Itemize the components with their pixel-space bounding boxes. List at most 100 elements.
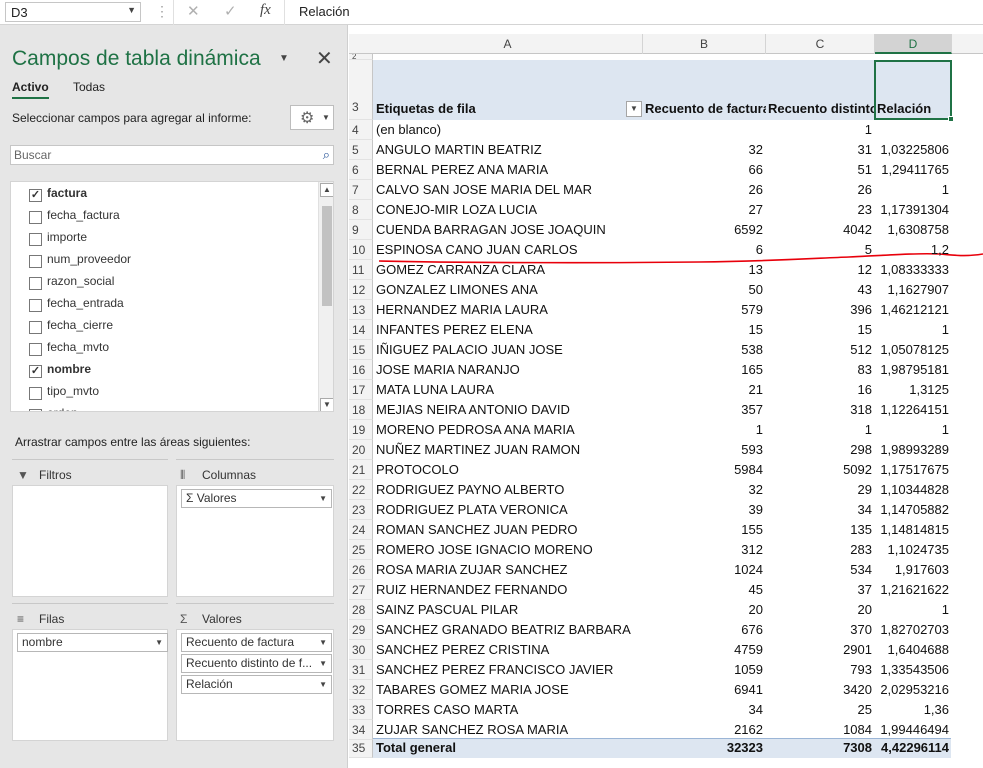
field-item-fecha-mvto[interactable]: fecha_mvto — [29, 340, 109, 362]
row-label[interactable]: MORENO PEDROSA ANA MARIA — [376, 422, 638, 437]
recuento-factura-cell[interactable]: 13 — [643, 262, 765, 277]
chevron-down-icon[interactable]: ▼ — [155, 638, 163, 647]
row-label[interactable]: ROMERO JOSE IGNACIO MORENO — [376, 542, 638, 557]
relacion-cell[interactable]: 1,10344828 — [875, 482, 951, 497]
total-recuento-distinto[interactable]: 7308 — [766, 740, 874, 755]
recuento-distinto-cell[interactable]: 4042 — [766, 222, 874, 237]
relacion-cell[interactable]: 1,99446494 — [875, 722, 951, 737]
relacion-cell[interactable]: 1,05078125 — [875, 342, 951, 357]
row-label[interactable]: INFANTES PEREZ ELENA — [376, 322, 638, 337]
recuento-distinto-cell[interactable]: 51 — [766, 162, 874, 177]
scroll-down-icon[interactable]: ▼ — [320, 398, 333, 411]
recuento-factura-cell[interactable]: 5984 — [643, 462, 765, 477]
row-label[interactable]: SANCHEZ PEREZ CRISTINA — [376, 642, 638, 657]
row-header[interactable]: 7 — [349, 180, 373, 200]
recuento-factura-cell[interactable]: 20 — [643, 602, 765, 617]
relacion-cell[interactable]: 1,14705882 — [875, 502, 951, 517]
recuento-distinto-cell[interactable]: 1084 — [766, 722, 874, 737]
recuento-factura-cell[interactable]: 66 — [643, 162, 765, 177]
total-recuento-factura[interactable]: 32323 — [643, 740, 765, 755]
cancel-icon[interactable]: ✕ — [187, 2, 200, 20]
search-input[interactable]: Buscar ⌕ — [10, 145, 334, 165]
row-header[interactable]: 29 — [349, 620, 373, 640]
row-label[interactable]: ROSA MARIA ZUJAR SANCHEZ — [376, 562, 638, 577]
recuento-distinto-cell[interactable]: 370 — [766, 622, 874, 637]
fill-handle[interactable] — [948, 116, 954, 122]
recuento-distinto-cell[interactable]: 793 — [766, 662, 874, 677]
row-label[interactable]: NUÑEZ MARTINEZ JUAN RAMON — [376, 442, 638, 457]
row-header[interactable]: 27 — [349, 580, 373, 600]
checkbox[interactable] — [29, 233, 42, 246]
recuento-factura-cell[interactable]: 2162 — [643, 722, 765, 737]
relacion-cell[interactable]: 1,98795181 — [875, 362, 951, 377]
row-label[interactable]: CONEJO-MIR LOZA LUCIA — [376, 202, 638, 217]
row-label[interactable]: RODRIGUEZ PAYNO ALBERTO — [376, 482, 638, 497]
row-label[interactable]: SANCHEZ GRANADO BEATRIZ BARBARA — [376, 622, 638, 637]
values-chip-relacion[interactable]: Relación ▼ — [181, 675, 332, 694]
field-item-razon-social[interactable]: razon_social — [29, 274, 114, 296]
recuento-factura-cell[interactable]: 6 — [643, 242, 765, 257]
recuento-factura-cell[interactable]: 676 — [643, 622, 765, 637]
recuento-factura-cell[interactable]: 26 — [643, 182, 765, 197]
relacion-cell[interactable]: 1,12264151 — [875, 402, 951, 417]
relacion-cell[interactable]: 2,02953216 — [875, 682, 951, 697]
relacion-cell[interactable]: 1,98993289 — [875, 442, 951, 457]
filter-dropdown-icon[interactable]: ▼ — [626, 101, 642, 117]
recuento-distinto-cell[interactable]: 25 — [766, 702, 874, 717]
row-label[interactable]: RUIZ HERNANDEZ FERNANDO — [376, 582, 638, 597]
recuento-factura-cell[interactable]: 32 — [643, 482, 765, 497]
recuento-distinto-cell[interactable]: 34 — [766, 502, 874, 517]
row-header[interactable]: 11 — [349, 260, 373, 280]
checkbox[interactable] — [29, 299, 42, 312]
row-header[interactable]: 13 — [349, 300, 373, 320]
row-label[interactable]: JOSE MARIA NARANJO — [376, 362, 638, 377]
row-label[interactable]: ANGULO MARTIN BEATRIZ — [376, 142, 638, 157]
recuento-factura-cell[interactable]: 39 — [643, 502, 765, 517]
row-label[interactable]: RODRIGUEZ PLATA VERONICA — [376, 502, 638, 517]
relacion-cell[interactable]: 1,14814815 — [875, 522, 951, 537]
row-header[interactable]: 17 — [349, 380, 373, 400]
row-header[interactable]: 24 — [349, 520, 373, 540]
recuento-distinto-cell[interactable]: 37 — [766, 582, 874, 597]
values-chip-recuento-factura[interactable]: Recuento de factura ▼ — [181, 633, 332, 652]
recuento-factura-cell[interactable]: 538 — [643, 342, 765, 357]
row-header-35[interactable]: 35 — [349, 738, 373, 758]
recuento-factura-cell[interactable]: 1059 — [643, 662, 765, 677]
relacion-cell[interactable]: 1,03225806 — [875, 142, 951, 157]
column-header-a[interactable]: A — [373, 34, 643, 54]
recuento-distinto-cell[interactable]: 534 — [766, 562, 874, 577]
recuento-factura-cell[interactable]: 312 — [643, 542, 765, 557]
field-item-factura[interactable]: ✓ factura — [29, 186, 87, 208]
recuento-distinto-cell[interactable]: 12 — [766, 262, 874, 277]
relacion-cell[interactable]: 1 — [875, 422, 951, 437]
checkbox[interactable] — [29, 277, 42, 290]
recuento-factura-cell[interactable]: 50 — [643, 282, 765, 297]
relacion-cell[interactable]: 1,6308758 — [875, 222, 951, 237]
relacion-cell[interactable]: 1 — [875, 322, 951, 337]
chevron-down-icon[interactable]: ▼ — [319, 638, 327, 647]
relacion-cell[interactable]: 1,82702703 — [875, 622, 951, 637]
columns-drop-area[interactable]: Σ Valores ▼ — [176, 485, 334, 597]
row-header[interactable]: 15 — [349, 340, 373, 360]
recuento-factura-cell[interactable]: 6941 — [643, 682, 765, 697]
recuento-distinto-cell[interactable]: 2901 — [766, 642, 874, 657]
row-header[interactable]: 31 — [349, 660, 373, 680]
row-label[interactable]: MATA LUNA LAURA — [376, 382, 638, 397]
column-header-b[interactable]: B — [643, 34, 766, 54]
field-item-fecha-factura[interactable]: fecha_factura — [29, 208, 120, 230]
relacion-cell[interactable]: 1 — [875, 182, 951, 197]
row-header[interactable]: 20 — [349, 440, 373, 460]
row-label[interactable]: SAINZ PASCUAL PILAR — [376, 602, 638, 617]
field-list-scrollbar[interactable]: ▲ ▼ — [318, 182, 333, 411]
relacion-cell[interactable]: 1,1024735 — [875, 542, 951, 557]
recuento-factura-cell[interactable]: 593 — [643, 442, 765, 457]
field-item-num-proveedor[interactable]: num_proveedor — [29, 252, 131, 274]
recuento-distinto-cell[interactable]: 5 — [766, 242, 874, 257]
relacion-cell[interactable]: 1,1627907 — [875, 282, 951, 297]
recuento-factura-cell[interactable]: 34 — [643, 702, 765, 717]
field-item-fecha-cierre[interactable]: fecha_cierre — [29, 318, 113, 340]
row-header-3[interactable]: 3 — [349, 60, 373, 120]
row-label[interactable]: BERNAL PEREZ ANA MARIA — [376, 162, 638, 177]
relacion-cell[interactable]: 1,917603 — [875, 562, 951, 577]
row-label[interactable]: IÑIGUEZ PALACIO JUAN JOSE — [376, 342, 638, 357]
